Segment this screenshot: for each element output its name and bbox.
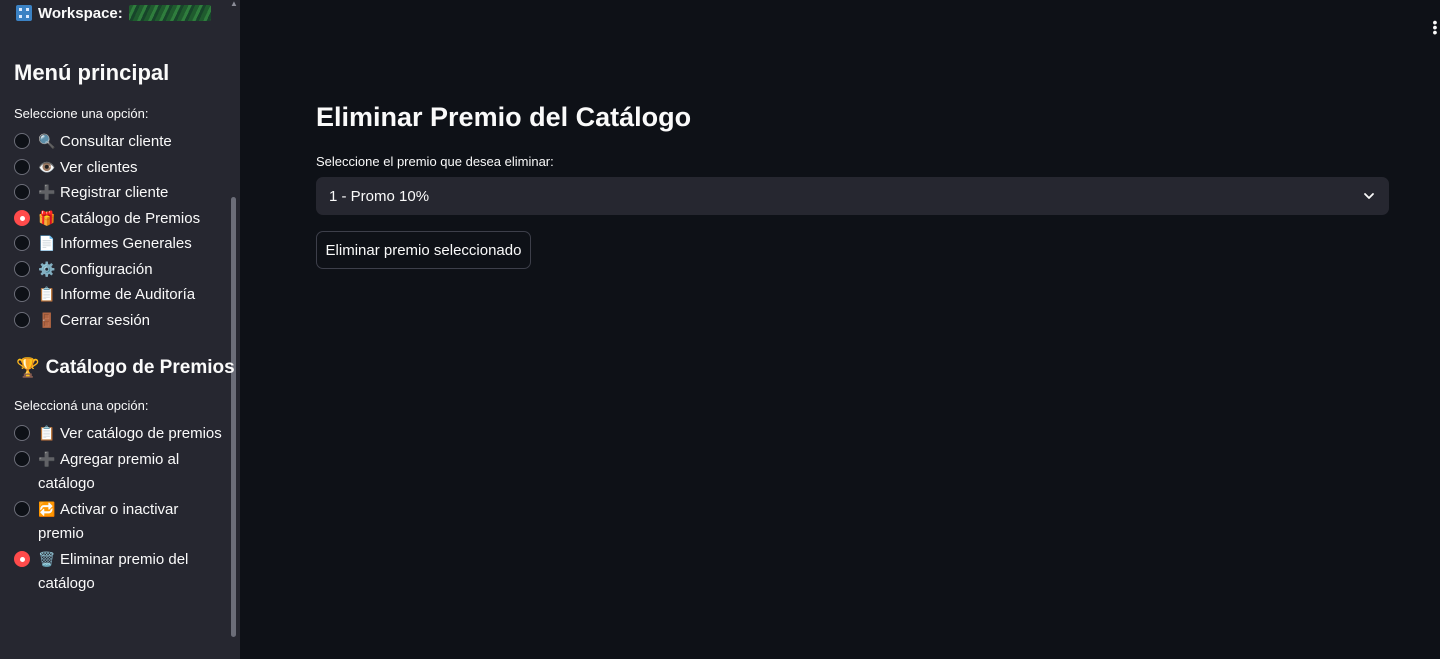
kebab-menu-icon[interactable]: • • •: [1432, 15, 1438, 39]
scroll-up-arrow-icon[interactable]: ▲: [230, 0, 238, 8]
radio-button[interactable]: [14, 450, 30, 467]
radio-option-text: Cerrar sesión: [60, 311, 151, 329]
door-icon: 🚪: [38, 311, 56, 328]
magnifier-icon: 🔍: [38, 133, 56, 149]
main-menu-radio-group: 🔍 Consultar cliente 👁️ Ver clientes ➕ Registr…: [14, 129, 224, 333]
prize-select-value: 1 - Promo 10%: [329, 187, 430, 205]
radio-option-text: Eliminar premio del catálogo: [38, 550, 189, 593]
prize-select-label: Seleccione el premio que desea eliminar:: [316, 154, 554, 169]
workspace-header: Workspace:: [16, 4, 211, 22]
radio-option-text: Activar o inactivar premio: [38, 500, 179, 543]
radio-option[interactable]: ⚙️ Configuración: [14, 257, 224, 283]
radio-option-label: ⚙️ Configuración: [38, 257, 224, 283]
radio-button[interactable]: [14, 184, 30, 200]
workspace-label: Workspace:: [38, 4, 123, 22]
radio-button[interactable]: [14, 260, 30, 277]
radio-option-text: Consultar cliente: [60, 133, 172, 150]
radio-option-label: 🎁 Catálogo de Premios: [38, 206, 224, 232]
app: ▲ Workspace: Menú principal Seleccione u…: [0, 0, 1440, 659]
radio-option-text: Configuración: [60, 260, 153, 278]
radio-option[interactable]: 📋 Ver catálogo de premios: [14, 421, 224, 447]
document-icon: 📄: [38, 235, 56, 251]
radio-option-text: Catálogo de Premios: [60, 209, 201, 227]
radio-option[interactable]: 🗑️ Eliminar premio del catálogo: [14, 547, 224, 597]
radio-option-label: 📄 Informes Generales: [38, 231, 224, 257]
catalog-menu-title: 🏆 Catálogo de Premios: [16, 356, 235, 380]
gear-icon: ⚙️: [38, 260, 56, 277]
radio-option[interactable]: 📋 Informe de Auditoría: [14, 282, 224, 308]
radio-option-label: ➕ Registrar cliente: [38, 180, 224, 206]
radio-option[interactable]: ➕ Agregar premio al catálogo: [14, 447, 224, 497]
radio-option-text: Informes Generales: [60, 235, 192, 252]
radio-option[interactable]: 🚪 Cerrar sesión: [14, 308, 224, 334]
radio-button-checked[interactable]: [14, 209, 30, 226]
radio-button-checked[interactable]: [14, 550, 30, 567]
radio-option[interactable]: 🔍 Consultar cliente: [14, 129, 224, 155]
radio-option-text: Ver catálogo de premios: [60, 425, 222, 442]
radio-option[interactable]: 🎁 Catálogo de Premios: [14, 206, 224, 232]
plus-icon: ➕: [38, 450, 56, 467]
radio-option-text: Ver clientes: [60, 158, 138, 176]
trophy-icon: 🏆: [16, 358, 40, 379]
page-title: Eliminar Premio del Catálogo: [316, 102, 692, 132]
radio-option-label: 📋 Informe de Auditoría: [38, 282, 224, 308]
radio-option-label: 👁️ Ver clientes: [38, 155, 224, 181]
gift-icon: 🎁: [38, 209, 56, 226]
radio-option-text: Agregar premio al catálogo: [38, 450, 180, 493]
radio-option[interactable]: 📄 Informes Generales: [14, 231, 224, 257]
trash-icon: 🗑️: [38, 550, 56, 567]
plus-icon: ➕: [38, 184, 56, 200]
repeat-icon: 🔁: [38, 500, 56, 517]
radio-option-label: 📋 Ver catálogo de premios: [38, 421, 224, 447]
clipboard-icon: 📋: [38, 425, 56, 441]
radio-button[interactable]: [14, 286, 30, 302]
radio-option-label: 🔁 Activar o inactivar premio: [38, 497, 224, 547]
radio-button[interactable]: [14, 158, 30, 175]
sidebar-scrollbar[interactable]: [231, 197, 236, 637]
radio-option[interactable]: ➕ Registrar cliente: [14, 180, 224, 206]
radio-option-text: Registrar cliente: [60, 184, 169, 201]
building-icon: [16, 5, 32, 21]
catalog-menu-caption: Seleccioná una opción:: [14, 398, 149, 413]
radio-option-label: ➕ Agregar premio al catálogo: [38, 447, 224, 497]
radio-option-label: 🗑️ Eliminar premio del catálogo: [38, 547, 224, 597]
sidebar: ▲ Workspace: Menú principal Seleccione u…: [0, 0, 240, 659]
radio-option[interactable]: 👁️ Ver clientes: [14, 155, 224, 181]
radio-button[interactable]: [14, 311, 30, 328]
radio-option-text: Informe de Auditoría: [60, 286, 196, 303]
clipboard-icon: 📋: [38, 286, 56, 302]
radio-option-label: 🚪 Cerrar sesión: [38, 308, 224, 334]
prize-select[interactable]: 1 - Promo 10%: [316, 177, 1389, 215]
radio-option-label: 🔍 Consultar cliente: [38, 129, 224, 155]
catalog-menu-title-text: Catálogo de Premios: [45, 357, 235, 378]
workspace-name-redacted: [128, 5, 211, 21]
radio-option[interactable]: 🔁 Activar o inactivar premio: [14, 497, 224, 547]
main-menu-title: Menú principal: [14, 60, 170, 85]
main-menu-caption: Seleccione una opción:: [14, 106, 149, 121]
chevron-down-icon: [1364, 193, 1374, 199]
radio-button[interactable]: [14, 235, 30, 251]
radio-button[interactable]: [14, 425, 30, 441]
delete-prize-button[interactable]: Eliminar premio seleccionado: [316, 231, 531, 269]
catalog-menu-radio-group: 📋 Ver catálogo de premios ➕ Agregar premio …: [14, 421, 224, 597]
radio-button[interactable]: [14, 500, 30, 517]
radio-button[interactable]: [14, 133, 30, 149]
eye-icon: 👁️: [38, 158, 56, 175]
